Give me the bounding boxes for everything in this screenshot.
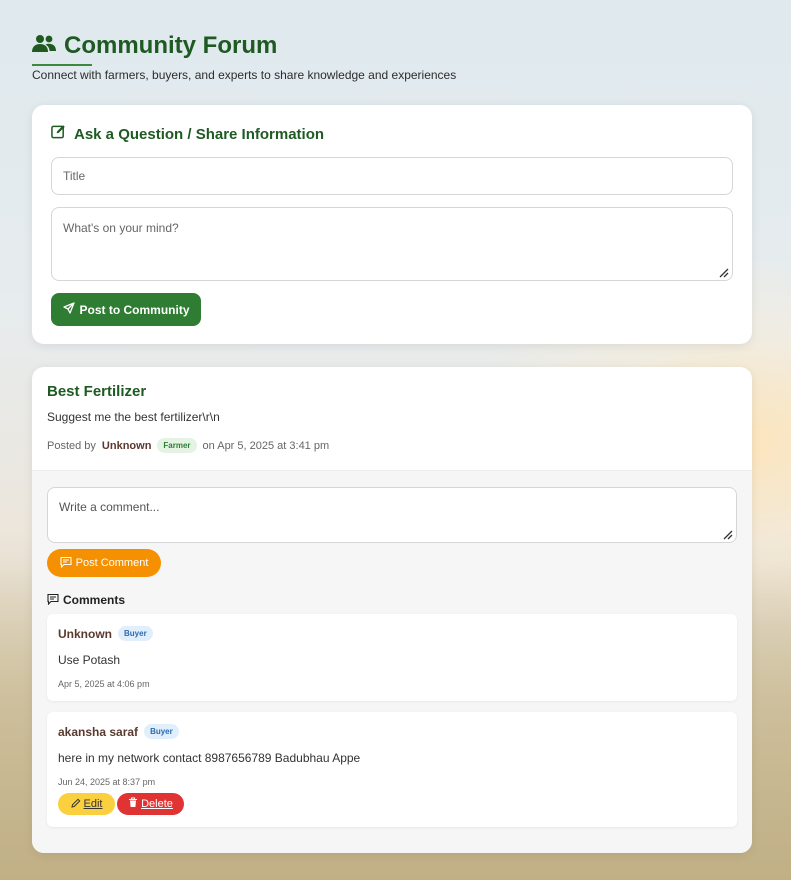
posted-by-label: Posted by (47, 439, 96, 452)
comments-section: Write a comment... Post Comment Comments… (32, 471, 752, 853)
title-row: Community Forum (32, 30, 752, 62)
ask-card-header: Ask a Question / Share Information (51, 124, 733, 144)
post-comment-label: Post Comment (75, 557, 149, 569)
send-icon (62, 302, 75, 317)
comment-time: Apr 5, 2025 at 4:06 pm (58, 679, 150, 689)
edit-icon (51, 124, 66, 144)
edit-comment-button[interactable]: Edit (58, 793, 115, 815)
comments-heading: Comments (47, 592, 737, 608)
forum-page: Community Forum Connect with farmers, bu… (32, 0, 752, 853)
role-badge: Farmer (157, 438, 197, 453)
body-textarea[interactable]: What's on your mind? (51, 207, 733, 281)
role-badge: Buyer (144, 724, 179, 739)
comment-text: Use Potash (58, 653, 121, 667)
comment-textarea[interactable]: Write a comment... (47, 487, 737, 543)
delete-label: Delete (141, 798, 173, 810)
post-comment-button[interactable]: Post Comment (47, 549, 161, 577)
comment-icon (60, 556, 72, 571)
title-underline (32, 64, 92, 66)
post-meta: Posted by Unknown Farmer on Apr 5, 2025 … (47, 438, 737, 453)
comments-icon (47, 593, 59, 608)
pencil-icon (70, 798, 81, 811)
comment-item: akansha saraf Buyer here in my network c… (47, 712, 737, 827)
comment-header: Unknown Buyer (58, 626, 726, 641)
title-input-placeholder: Title (63, 169, 86, 183)
post-to-community-label: Post to Community (79, 302, 190, 317)
role-badge: Buyer (118, 626, 153, 641)
page-subtitle: Connect with farmers, buyers, and expert… (32, 68, 457, 82)
page-title: Community Forum (64, 32, 278, 59)
comment-header: akansha saraf Buyer (58, 724, 726, 739)
post-to-community-button[interactable]: Post to Community (51, 293, 201, 326)
comment-time: Jun 24, 2025 at 8:37 pm (58, 777, 156, 787)
comment-author: Unknown (58, 626, 112, 641)
comments-heading-label: Comments (63, 593, 126, 607)
post-date: on Apr 5, 2025 at 3:41 pm (202, 439, 330, 452)
forum-post-card: Best Fertilizer Suggest me the best fert… (32, 367, 752, 853)
comment-placeholder: Write a comment... (59, 500, 160, 514)
ask-question-card: Ask a Question / Share Information Title… (32, 105, 752, 344)
comment-actions: Edit Delete (58, 793, 726, 815)
edit-label: Edit (83, 798, 103, 810)
post-body: Suggest me the best fertilizer\r\n (47, 410, 220, 424)
body-textarea-placeholder: What's on your mind? (63, 221, 179, 235)
page-header: Community Forum Connect with farmers, bu… (32, 0, 752, 82)
comment-item: Unknown Buyer Use Potash Apr 5, 2025 at … (47, 614, 737, 701)
comment-text: here in my network contact 8987656789 Ba… (58, 751, 361, 765)
users-icon (32, 34, 56, 59)
post-header: Best Fertilizer Suggest me the best fert… (32, 367, 752, 471)
resize-handle-icon[interactable] (723, 529, 733, 540)
title-input[interactable]: Title (51, 157, 733, 195)
delete-comment-button[interactable]: Delete (117, 793, 184, 815)
trash-icon (128, 797, 138, 811)
ask-card-title: Ask a Question / Share Information (74, 125, 325, 143)
post-title: Best Fertilizer (47, 383, 147, 400)
post-author: Unknown (101, 439, 152, 452)
resize-handle-icon[interactable] (719, 267, 729, 278)
comment-author: akansha saraf (58, 724, 139, 739)
